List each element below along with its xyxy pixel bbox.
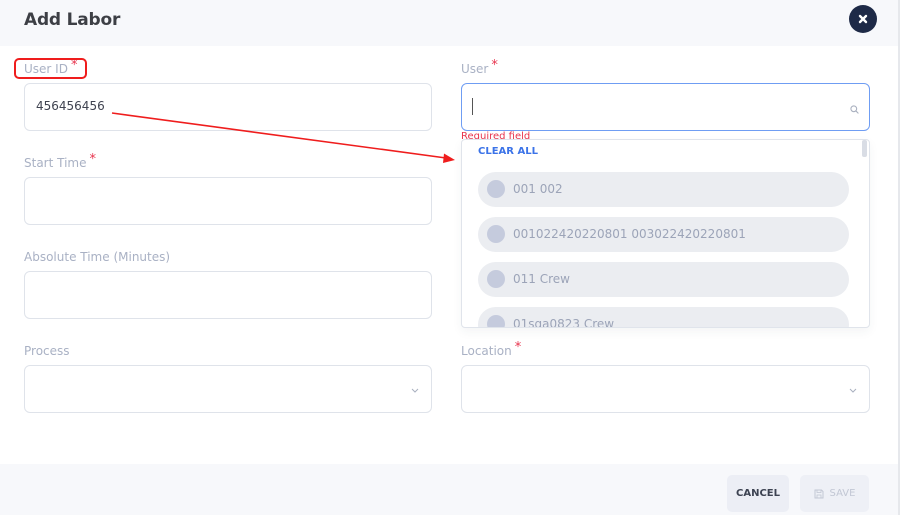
user-option[interactable]: 001022420220801 003022420220801 — [478, 217, 849, 252]
user-option[interactable]: 001 002 — [478, 172, 849, 207]
absolute-time-label: Absolute Time (Minutes) — [24, 250, 171, 264]
location-label-text: Location — [461, 344, 512, 358]
start-time-label-text: Start Time — [24, 156, 87, 170]
dialog-header: Add Labor — [0, 0, 900, 46]
user-label: User * — [461, 58, 498, 77]
clear-all-button[interactable]: CLEAR ALL — [478, 146, 538, 157]
annotation-highlight-box — [14, 58, 87, 79]
close-icon — [858, 14, 868, 24]
dropdown-scrollbar[interactable] — [862, 140, 868, 327]
process-select[interactable] — [24, 365, 432, 413]
avatar — [487, 270, 505, 288]
start-time-label: Start Time * — [24, 152, 96, 171]
search-icon — [850, 105, 859, 114]
close-button[interactable] — [849, 5, 877, 33]
user-option-label: 001022420220801 003022420220801 — [513, 227, 746, 241]
required-mark: * — [89, 152, 97, 167]
location-label: Location * — [461, 340, 521, 359]
user-id-value: 456456456 — [36, 99, 105, 113]
dialog-title: Add Labor — [24, 10, 121, 30]
location-select[interactable] — [461, 365, 870, 413]
user-label-text: User — [461, 62, 489, 76]
absolute-time-input[interactable] — [24, 271, 432, 319]
user-option-label: 01sqa0823 Crew — [513, 317, 615, 328]
chevron-down-icon — [849, 388, 857, 393]
user-option[interactable]: 01sqa0823 Crew — [478, 307, 849, 328]
scrollbar-thumb[interactable] — [862, 140, 867, 157]
user-search-input[interactable] — [461, 83, 870, 131]
process-label: Process — [24, 344, 70, 358]
user-option-label: 011 Crew — [513, 272, 570, 286]
cancel-button[interactable]: CANCEL — [727, 475, 789, 512]
user-dropdown-list: CLEAR ALL 001 002 001022420220801 003022… — [461, 139, 870, 328]
avatar — [487, 225, 505, 243]
avatar — [487, 180, 505, 198]
user-option[interactable]: 011 Crew — [478, 262, 849, 297]
avatar — [487, 315, 505, 327]
chevron-down-icon — [411, 388, 419, 393]
text-caret — [472, 98, 473, 115]
start-time-input[interactable] — [24, 177, 432, 225]
cancel-button-label: CANCEL — [736, 488, 780, 499]
required-mark: * — [491, 58, 498, 73]
save-button-label: SAVE — [829, 488, 856, 499]
user-option-label: 001 002 — [513, 182, 563, 196]
save-icon — [814, 489, 824, 498]
required-mark: * — [514, 340, 522, 355]
save-button[interactable]: SAVE — [800, 475, 869, 512]
user-id-input[interactable]: 456456456 — [24, 83, 432, 131]
